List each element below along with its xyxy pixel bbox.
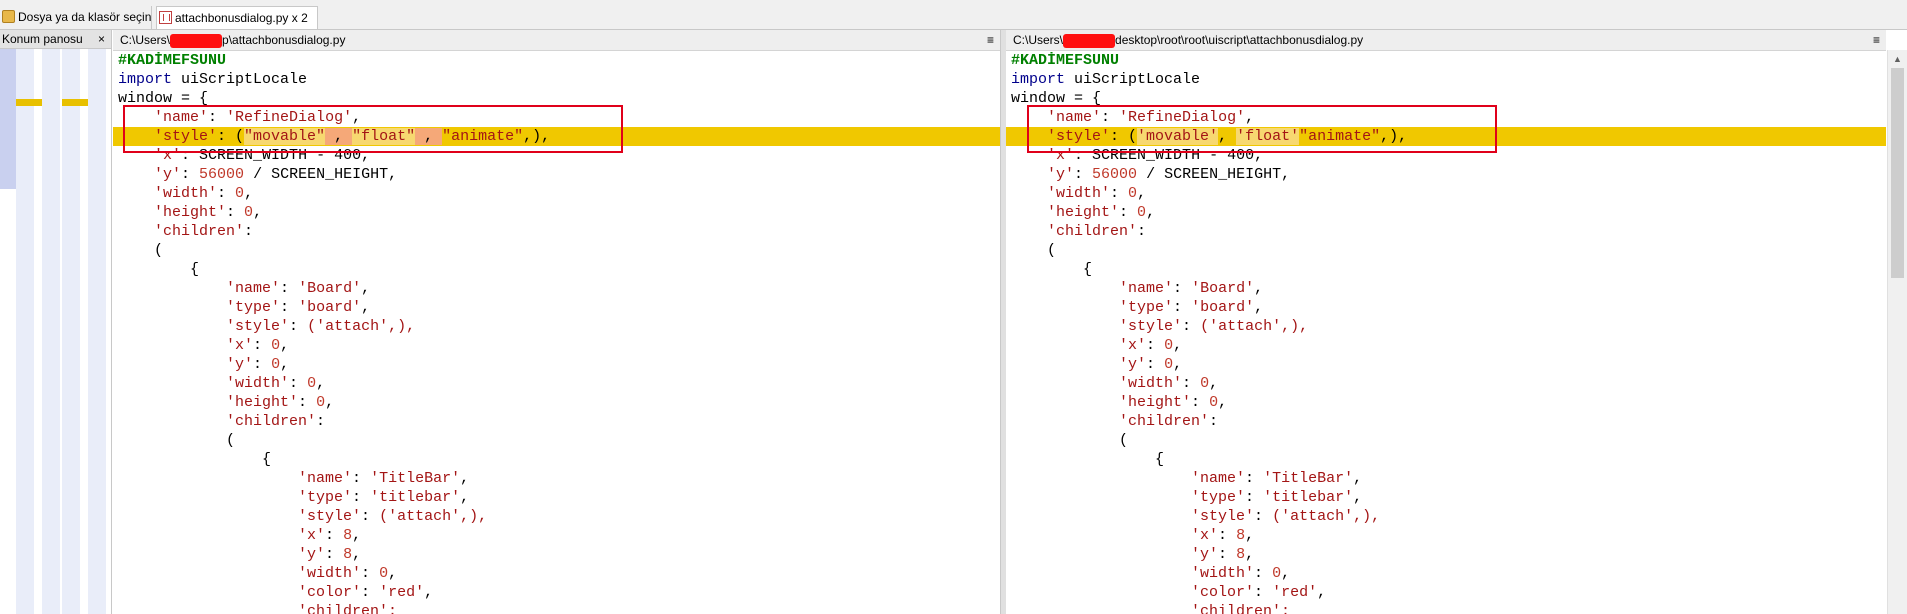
code-line: 'y': 0, <box>1119 356 1183 373</box>
code-line: 'children': <box>298 603 398 614</box>
code-line: 'height': 0, <box>1119 394 1228 411</box>
code-line: 'y': 56000 / SCREEN_HEIGHT, <box>154 166 398 183</box>
folder-icon <box>2 10 15 23</box>
path-text: p\attachbonusdialog.py <box>222 33 346 47</box>
left-editor-pane[interactable]: C:\Users\ p\attachbonusdialog.py ≡ #KADİM… <box>113 30 1001 614</box>
code-line: 'width': 0, <box>298 565 398 582</box>
code-line: 'type': 'board', <box>226 299 371 316</box>
scroll-up-icon[interactable]: ▲ <box>1893 54 1902 64</box>
tab-select-file[interactable]: Dosya ya da klasör seçin <box>0 6 152 29</box>
code-line: 'width': 0, <box>1119 375 1219 392</box>
code-line: 'name': 'TitleBar', <box>1191 470 1363 487</box>
close-icon[interactable]: × <box>98 30 105 48</box>
code-line: ( <box>154 242 164 259</box>
overview-strip[interactable] <box>88 49 106 614</box>
location-panel: Konum panosu × <box>0 30 112 614</box>
code-line: { <box>190 261 200 278</box>
code-line: 'y': 8, <box>1191 546 1255 563</box>
code-line: 'type': 'titlebar', <box>298 489 470 506</box>
code-line: ( <box>226 432 236 449</box>
code-line: import uiScriptLocale <box>118 71 308 88</box>
code-line: 'y': 56000 / SCREEN_HEIGHT, <box>1047 166 1291 183</box>
tab-label: Dosya ya da klasör seçin <box>18 10 152 24</box>
location-panel-header: Konum panosu × <box>0 30 111 49</box>
redaction-mark <box>1063 33 1116 48</box>
code-line: 'x': 8, <box>1191 527 1255 544</box>
code-line: 'height': 0, <box>1047 204 1156 221</box>
code-line: 'children': <box>226 413 326 430</box>
code-line: 'children': <box>1191 603 1291 614</box>
code-line: 'name': 'Board', <box>226 280 371 297</box>
scroll-thumb[interactable] <box>1891 68 1904 278</box>
file-path-bar: C:\Users\ p\attachbonusdialog.py ≡ <box>113 30 1000 51</box>
code-line: 'style': ('attach',), <box>1119 318 1309 335</box>
path-text: C:\Users\ <box>120 33 171 47</box>
code-line: #KADİMEFSUNU <box>118 52 227 69</box>
code-line: 'height': 0, <box>154 204 263 221</box>
code-line: 'y': 0, <box>226 356 290 373</box>
overview-bar <box>0 49 16 189</box>
code-line: 'color': 'red', <box>1191 584 1327 601</box>
code-line: 'x': 0, <box>226 337 290 354</box>
code-line: 'x': 8, <box>298 527 362 544</box>
tab-bar: Dosya ya da klasör seçin attachbonusdial… <box>0 0 1907 30</box>
code-line: import uiScriptLocale <box>1011 71 1201 88</box>
code-line: 'name': 'TitleBar', <box>298 470 470 487</box>
right-editor-pane[interactable]: C:\Users\ desktop\root\root\uiscript\atta… <box>1006 30 1886 614</box>
code-line: 'children': <box>1119 413 1219 430</box>
code-line: 'type': 'titlebar', <box>1191 489 1363 506</box>
annotation-box <box>1027 105 1497 153</box>
diff-marker <box>62 99 88 106</box>
code-line: 'style': ('attach',), <box>1191 508 1381 525</box>
overview-strip[interactable] <box>42 49 60 614</box>
code-line: #KADİMEFSUNU <box>1011 52 1120 69</box>
redaction-mark <box>170 33 223 48</box>
pane-menu-icon[interactable]: ≡ <box>1873 30 1880 50</box>
code-line: 'width': 0, <box>154 185 254 202</box>
code-line: 'height': 0, <box>226 394 335 411</box>
file-path-bar: C:\Users\ desktop\root\root\uiscript\atta… <box>1006 30 1886 51</box>
pane-menu-icon[interactable]: ≡ <box>987 30 994 50</box>
code-line: 'width': 0, <box>226 375 326 392</box>
code-line: 'width': 0, <box>1047 185 1147 202</box>
tab-compare[interactable]: attachbonusdialog.py x 2 <box>156 6 318 29</box>
code-line: 'style': ('attach',), <box>226 318 416 335</box>
vertical-scrollbar[interactable]: ▲ <box>1887 50 1907 614</box>
code-line: 'type': 'board', <box>1119 299 1264 316</box>
code-line: { <box>1155 451 1165 468</box>
tab-label: attachbonusdialog.py x 2 <box>175 11 308 25</box>
code-line: 'width': 0, <box>1191 565 1291 582</box>
location-panel-title: Konum panosu <box>2 32 83 46</box>
code-line: { <box>262 451 272 468</box>
path-text: C:\Users\ <box>1013 33 1064 47</box>
code-line: 'color': 'red', <box>298 584 434 601</box>
annotation-box <box>123 105 623 153</box>
code-line: 'children': <box>154 223 254 240</box>
code-line: { <box>1083 261 1093 278</box>
diff-marker <box>16 99 42 106</box>
code-line: ( <box>1047 242 1057 259</box>
code-line: 'name': 'Board', <box>1119 280 1264 297</box>
code-line: 'y': 8, <box>298 546 362 563</box>
code-line: 'x': 0, <box>1119 337 1183 354</box>
path-text: desktop\root\root\uiscript\attachbonusdi… <box>1115 33 1364 47</box>
overview-strip[interactable] <box>62 49 80 614</box>
code-line: 'style': ('attach',), <box>298 508 488 525</box>
overview-strip[interactable] <box>16 49 34 614</box>
compare-icon <box>159 11 172 24</box>
code-line: 'children': <box>1047 223 1147 240</box>
code-line: ( <box>1119 432 1129 449</box>
